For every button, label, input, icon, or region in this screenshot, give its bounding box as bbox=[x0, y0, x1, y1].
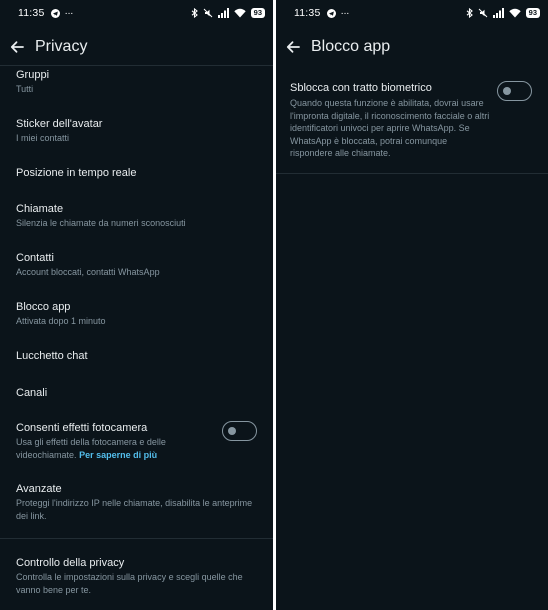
back-arrow-icon[interactable] bbox=[285, 39, 301, 55]
battery-icon: 93 bbox=[525, 8, 540, 18]
status-icons: 93 bbox=[466, 8, 540, 18]
learn-more-link[interactable]: Per saperne di più bbox=[79, 450, 157, 460]
bluetooth-icon bbox=[191, 8, 198, 18]
setting-chiamate[interactable]: Chiamate Silenzia le chiamate da numeri … bbox=[16, 202, 259, 230]
biometric-unlock-toggle[interactable] bbox=[497, 81, 532, 101]
setting-title: Chiamate bbox=[16, 203, 64, 215]
setting-subtitle: I miei contatti bbox=[16, 133, 70, 143]
setting-subtitle: Attivata dopo 1 minuto bbox=[16, 316, 106, 326]
setting-title: Sblocca con tratto biometrico bbox=[290, 82, 432, 94]
status-time: 11:35 bbox=[18, 7, 45, 19]
screenshot-pair: 11:35 ··· 93 Privacy Gruppi Tutti Sticke… bbox=[0, 0, 548, 610]
page-title: Privacy bbox=[35, 38, 88, 55]
setting-title: Gruppi bbox=[16, 69, 50, 81]
setting-subtitle: Proteggi l'indirizzo IP nelle chiamate, … bbox=[16, 498, 253, 521]
setting-title: Canali bbox=[16, 387, 48, 399]
bluetooth-icon bbox=[466, 8, 473, 18]
setting-effetti-fotocamera[interactable]: Consenti effetti fotocamera Usa gli effe… bbox=[16, 421, 211, 461]
status-icons: 93 bbox=[191, 8, 265, 18]
privacy-screen: 11:35 ··· 93 Privacy Gruppi Tutti Sticke… bbox=[0, 0, 273, 610]
setting-canali[interactable]: Canali bbox=[16, 386, 259, 400]
section-divider bbox=[0, 538, 273, 539]
mute-icon bbox=[203, 8, 213, 18]
setting-subtitle: Silenzia le chiamate da numeri sconosciu… bbox=[16, 218, 186, 228]
header-divider bbox=[0, 65, 273, 66]
setting-controllo-privacy[interactable]: Controllo della privacy Controlla le imp… bbox=[16, 556, 259, 596]
telegram-icon bbox=[326, 8, 336, 18]
setting-title: Consenti effetti fotocamera bbox=[16, 422, 148, 434]
setting-title: Blocco app bbox=[16, 301, 71, 313]
setting-sblocca-biometrico[interactable]: Sblocca con tratto biometrico Quando que… bbox=[290, 81, 490, 160]
wifi-icon bbox=[233, 8, 246, 18]
setting-subtitle: Account bloccati, contatti WhatsApp bbox=[16, 267, 160, 277]
setting-blocco-app[interactable]: Blocco app Attivata dopo 1 minuto bbox=[16, 300, 259, 328]
mute-icon bbox=[478, 8, 488, 18]
status-overflow: ··· bbox=[340, 7, 350, 19]
setting-description: Quando questa funzione è abilitata, dovr… bbox=[290, 98, 490, 158]
toggle-knob bbox=[503, 86, 511, 95]
status-time: 11:35 bbox=[294, 7, 321, 19]
app-bar: Privacy bbox=[0, 30, 273, 64]
status-bar: 11:35 ··· 93 bbox=[276, 0, 548, 26]
setting-title: Controllo della privacy bbox=[16, 557, 125, 569]
camera-effects-toggle[interactable] bbox=[222, 421, 257, 441]
setting-title: Contatti bbox=[16, 252, 54, 264]
back-arrow-icon[interactable] bbox=[9, 39, 25, 55]
setting-contatti[interactable]: Contatti Account bloccati, contatti What… bbox=[16, 251, 259, 279]
setting-sticker-avatar[interactable]: Sticker dell'avatar I miei contatti bbox=[16, 117, 259, 145]
signal-icon bbox=[492, 8, 504, 18]
setting-subtitle: Tutti bbox=[16, 84, 34, 94]
signal-icon bbox=[217, 8, 229, 18]
setting-avanzate[interactable]: Avanzate Proteggi l'indirizzo IP nelle c… bbox=[16, 482, 259, 522]
setting-subtitle: Usa gli effetti della fotocamera e delle… bbox=[16, 436, 211, 461]
page-title: Blocco app bbox=[311, 38, 391, 55]
toggle-knob bbox=[228, 426, 236, 435]
setting-title: Lucchetto chat bbox=[16, 350, 88, 362]
status-bar: 11:35 ··· 93 bbox=[0, 0, 273, 26]
setting-posizione-tempo-reale[interactable]: Posizione in tempo reale bbox=[16, 166, 259, 180]
telegram-icon bbox=[50, 8, 60, 18]
setting-title: Avanzate bbox=[16, 483, 62, 495]
setting-subtitle: Controlla le impostazioni sulla privacy … bbox=[16, 572, 243, 595]
setting-title: Sticker dell'avatar bbox=[16, 118, 103, 130]
app-bar: Blocco app bbox=[276, 30, 548, 64]
section-divider bbox=[276, 173, 548, 174]
wifi-icon bbox=[508, 8, 521, 18]
setting-lucchetto-chat[interactable]: Lucchetto chat bbox=[16, 349, 259, 363]
battery-icon: 93 bbox=[250, 8, 265, 18]
setting-gruppi[interactable]: Gruppi Tutti bbox=[16, 68, 259, 96]
blocco-app-screen: 11:35 ··· 93 Blocco app Sblocca con trat… bbox=[276, 0, 548, 610]
setting-title: Posizione in tempo reale bbox=[16, 167, 137, 179]
status-overflow: ··· bbox=[64, 7, 74, 19]
